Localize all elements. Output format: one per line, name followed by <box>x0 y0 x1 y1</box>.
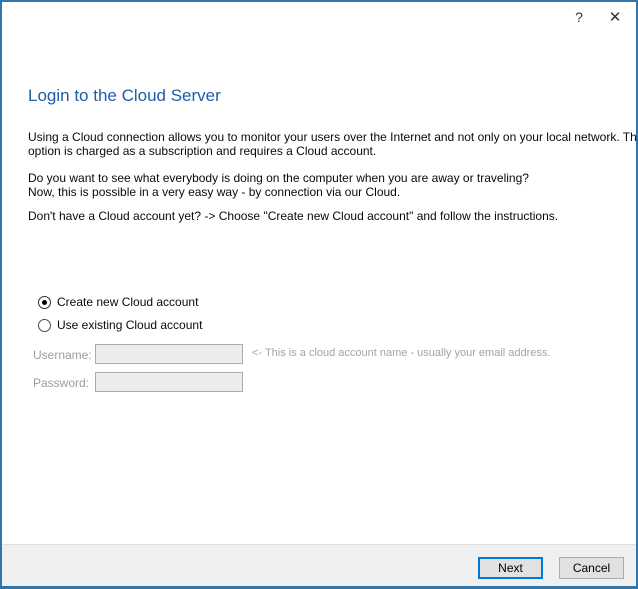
username-label: Username: <box>33 348 92 362</box>
next-button[interactable]: Next <box>478 557 543 579</box>
password-field[interactable] <box>95 372 243 392</box>
intro-line: Now, this is possible in a very easy way… <box>28 185 529 199</box>
username-field[interactable] <box>95 344 243 364</box>
close-button[interactable]: ✕ <box>600 4 630 30</box>
page-title: Login to the Cloud Server <box>28 86 221 106</box>
cloud-login-dialog: ? ✕ Login to the Cloud Server Using a Cl… <box>0 0 638 589</box>
radio-button-icon[interactable] <box>38 296 51 309</box>
titlebar: ? ✕ <box>2 2 636 32</box>
radio-create-new-account-label[interactable]: Create new Cloud account <box>57 295 198 309</box>
radio-create-new-account[interactable]: Create new Cloud account <box>38 295 198 309</box>
radio-use-existing-account[interactable]: Use existing Cloud account <box>38 318 202 332</box>
close-icon: ✕ <box>609 8 622 26</box>
intro-paragraph-2: Do you want to see what everybody is doi… <box>28 171 529 199</box>
help-button[interactable]: ? <box>564 4 594 30</box>
password-label: Password: <box>33 376 89 390</box>
radio-use-existing-account-label[interactable]: Use existing Cloud account <box>57 318 202 332</box>
help-icon: ? <box>575 9 583 25</box>
radio-button-icon[interactable] <box>38 319 51 332</box>
intro-line: Do you want to see what everybody is doi… <box>28 171 529 185</box>
intro-line: Don't have a Cloud account yet? -> Choos… <box>28 209 558 223</box>
intro-paragraph-1: Using a Cloud connection allows you to m… <box>28 130 638 158</box>
username-hint: <- This is a cloud account name - usuall… <box>252 347 550 359</box>
intro-paragraph-3: Don't have a Cloud account yet? -> Choos… <box>28 209 558 223</box>
intro-line: option is charged as a subscription and … <box>28 144 638 158</box>
cancel-button[interactable]: Cancel <box>559 557 624 579</box>
intro-line: Using a Cloud connection allows you to m… <box>28 130 638 144</box>
radio-selected-dot <box>42 300 47 305</box>
